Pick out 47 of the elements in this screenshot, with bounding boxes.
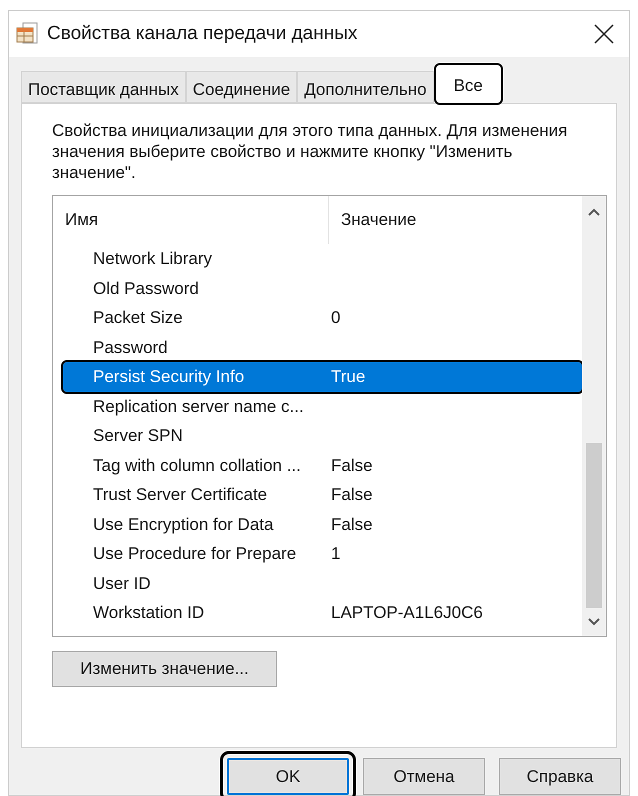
scrollbar[interactable]	[582, 196, 606, 636]
dialog-button[interactable]: Справка	[499, 758, 621, 795]
property-value: False	[330, 514, 373, 536]
property-row[interactable]: Server SPN	[63, 421, 582, 450]
description-text: Свойства инициализации для этого типа данных. Для изменения значения выберите свойство и нажмите кнопку "Изменить значение".	[52, 120, 568, 183]
property-name: User ID	[92, 572, 152, 594]
property-row[interactable]: Use Encryption for Data False	[63, 510, 582, 539]
scrollbar-thumb[interactable]	[586, 443, 602, 608]
tab[interactable]: Соединение	[186, 71, 298, 103]
property-name: Tag with column collation ...	[92, 454, 302, 476]
tab[interactable]: Поставщик данных	[21, 71, 186, 103]
dialog-button[interactable]: Отмена	[363, 758, 485, 795]
property-name: Use Encryption for Data	[92, 514, 274, 536]
property-name: Persist Security Info	[92, 366, 246, 388]
property-name: Server SPN	[92, 425, 184, 447]
property-row[interactable]: Trust Server Certificate False	[63, 480, 582, 510]
property-row[interactable]: Persist Security Info True	[63, 362, 582, 392]
property-name: Replication server name c...	[92, 396, 305, 418]
property-row[interactable]: Password	[63, 332, 582, 362]
property-name: Packet Size	[92, 307, 184, 329]
property-name: Password	[92, 336, 169, 358]
property-row[interactable]: Network Library	[63, 244, 582, 274]
window-title: Свойства канала передачи данных	[47, 22, 358, 46]
property-row[interactable]: Tag with column collation ... False	[63, 450, 582, 480]
close-icon[interactable]	[593, 23, 615, 45]
property-row[interactable]: Old Password	[63, 274, 582, 303]
property-row[interactable]: Workstation ID LAPTOP-A1L6J0C6	[63, 598, 582, 628]
property-value: LAPTOP-A1L6J0C6	[330, 602, 483, 624]
property-row[interactable]: Use Procedure for Prepare 1	[63, 539, 582, 568]
property-name: Network Library	[92, 248, 214, 270]
property-name: Old Password	[92, 278, 200, 300]
column-header[interactable]: Значение	[329, 196, 416, 244]
tab[interactable]: Все	[434, 63, 503, 105]
property-row[interactable]: User ID	[63, 568, 582, 598]
property-value: False	[330, 454, 373, 476]
column-header[interactable]: Имя	[53, 196, 329, 244]
property-name: Trust Server Certificate	[92, 484, 268, 506]
property-row[interactable]: Replication server name c...	[63, 392, 582, 421]
property-value: 1	[330, 543, 340, 565]
edit-value-button[interactable]: Изменить значение...	[52, 651, 277, 687]
property-value: 0	[330, 307, 340, 329]
property-name: Workstation ID	[92, 602, 206, 624]
property-row[interactable]: Packet Size 0	[63, 303, 582, 332]
property-value: False	[330, 484, 373, 506]
property-name: Use Procedure for Prepare	[92, 543, 298, 565]
property-value: True	[330, 366, 366, 388]
tab[interactable]: Дополнительно	[297, 71, 434, 103]
